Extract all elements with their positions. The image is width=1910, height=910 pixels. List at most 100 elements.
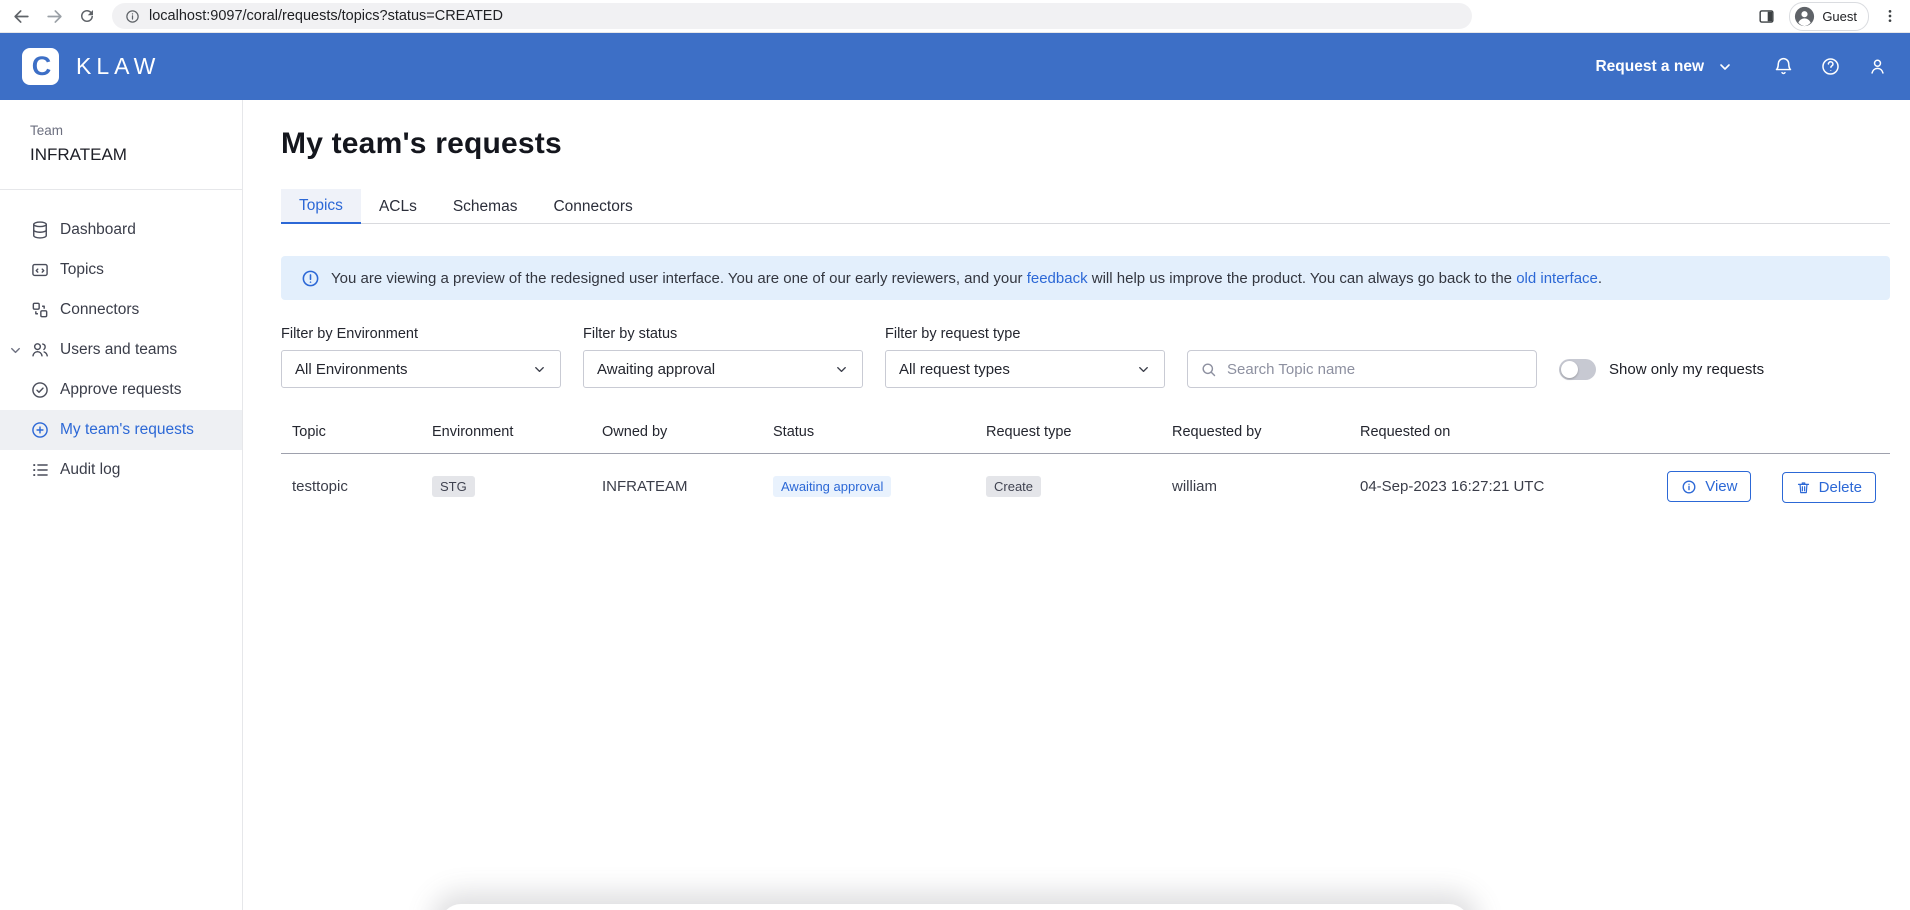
sidebar-item-dashboard[interactable]: Dashboard: [0, 210, 242, 250]
my-requests-toggle-group: Show only my requests: [1559, 350, 1764, 388]
col-topic: Topic: [281, 412, 421, 454]
browser-menu-button[interactable]: [1882, 8, 1898, 24]
brand[interactable]: C KLAW: [22, 48, 160, 85]
chevron-down-icon: [834, 362, 849, 377]
main-content: My team's requests Topics ACLs Schemas C…: [243, 100, 1910, 910]
database-icon: [30, 220, 51, 240]
chevron-down-icon: [1136, 362, 1151, 377]
view-button-label: View: [1705, 478, 1737, 495]
connector-icon: [30, 300, 51, 320]
filter-environment: Filter by Environment All Environments: [281, 326, 561, 388]
sidebar-item-connectors[interactable]: Connectors: [0, 290, 242, 330]
forward-button[interactable]: [45, 7, 64, 26]
request-type-select[interactable]: All request types: [885, 350, 1165, 388]
delete-button[interactable]: Delete: [1782, 472, 1876, 503]
url-text: localhost:9097/coral/requests/topics?sta…: [149, 8, 503, 24]
environment-badge: STG: [432, 476, 475, 497]
status-badge: Awaiting approval: [773, 476, 891, 497]
table-row: testtopic STG INFRATEAM Awaiting approva…: [281, 454, 1890, 520]
tab-topics[interactable]: Topics: [281, 189, 361, 224]
topic-box-icon: [30, 260, 51, 280]
status-select[interactable]: Awaiting approval: [583, 350, 863, 388]
people-icon: [30, 340, 51, 360]
search-input[interactable]: [1227, 361, 1524, 378]
search-icon: [1200, 361, 1217, 378]
menu-dots-icon: [1882, 8, 1898, 24]
header-actions: Request a new: [1595, 56, 1888, 77]
banner-text-1: You are viewing a preview of the redesig…: [331, 270, 1027, 287]
sidebar-item-label: Approve requests: [60, 381, 182, 399]
avatar-icon: [1793, 5, 1816, 28]
sidebar-item-my-teams-requests[interactable]: My team's requests: [0, 410, 242, 450]
tabs: Topics ACLs Schemas Connectors: [281, 189, 1890, 224]
environment-select[interactable]: All Environments: [281, 350, 561, 388]
profile-label: Guest: [1822, 9, 1857, 24]
browser-profile-chip[interactable]: Guest: [1789, 2, 1869, 31]
show-only-my-requests-toggle[interactable]: [1559, 359, 1596, 380]
browser-chrome: localhost:9097/coral/requests/topics?sta…: [0, 0, 1910, 33]
filter-request-type: Filter by request type All request types: [885, 326, 1165, 388]
tab-schemas[interactable]: Schemas: [435, 189, 536, 224]
chevron-down-icon: [532, 362, 547, 377]
preview-banner: You are viewing a preview of the redesig…: [281, 256, 1890, 300]
banner-text-3: .: [1598, 270, 1602, 287]
chevron-down-icon[interactable]: [8, 343, 24, 358]
sidebar-item-topics[interactable]: Topics: [0, 250, 242, 290]
feedback-link[interactable]: feedback: [1027, 270, 1088, 287]
dock-shadow: [440, 904, 1470, 910]
check-circle-icon: [30, 380, 51, 400]
view-button[interactable]: View: [1667, 471, 1751, 502]
sidebar-item-users-and-teams[interactable]: Users and teams: [0, 330, 242, 370]
sidebar-item-approve-requests[interactable]: Approve requests: [0, 370, 242, 410]
filter-request-type-label: Filter by request type: [885, 326, 1165, 342]
help-button[interactable]: [1820, 56, 1841, 77]
bell-icon: [1773, 56, 1794, 77]
cell-owned-by: INFRATEAM: [591, 454, 762, 520]
back-button[interactable]: [12, 7, 31, 26]
sidebar-item-label: Connectors: [60, 301, 139, 319]
tab-acls[interactable]: ACLs: [361, 189, 435, 224]
tab-connectors[interactable]: Connectors: [535, 189, 650, 224]
filter-status: Filter by status Awaiting approval: [583, 326, 863, 388]
reload-icon: [78, 7, 96, 25]
trash-icon: [1796, 480, 1811, 495]
requests-table: Topic Environment Owned by Status Reques…: [281, 412, 1890, 520]
page-title: My team's requests: [281, 127, 1890, 161]
notifications-button[interactable]: [1773, 56, 1794, 77]
brand-name: KLAW: [76, 53, 160, 80]
list-icon: [30, 460, 51, 480]
col-environment: Environment: [421, 412, 591, 454]
status-select-value: Awaiting approval: [597, 361, 715, 378]
sidebar-menu: Dashboard Topics Connectors: [0, 210, 242, 490]
delete-button-label: Delete: [1819, 479, 1862, 496]
app-header: C KLAW Request a new: [0, 33, 1910, 100]
banner-text: You are viewing a preview of the redesig…: [331, 270, 1602, 287]
sidebar-item-label: Topics: [60, 261, 104, 279]
side-panel-button[interactable]: [1757, 7, 1776, 26]
request-type-select-value: All request types: [899, 361, 1010, 378]
cell-topic: testtopic: [281, 454, 421, 520]
reload-button[interactable]: [78, 7, 96, 25]
help-icon: [1820, 56, 1841, 77]
request-a-new-button[interactable]: Request a new: [1595, 58, 1733, 76]
old-interface-link[interactable]: old interface: [1516, 270, 1598, 287]
profile-button[interactable]: [1867, 56, 1888, 77]
sidebar-item-audit-log[interactable]: Audit log: [0, 450, 242, 490]
team-label: Team: [30, 123, 242, 138]
sidebar-item-label: Dashboard: [60, 221, 136, 239]
info-circle-icon: [1681, 479, 1697, 495]
sidebar: Team INFRATEAM Dashboard Topics: [0, 100, 243, 910]
team-block: Team INFRATEAM: [0, 123, 242, 165]
plus-circle-icon: [30, 420, 51, 440]
col-requested-by: Requested by: [1161, 412, 1349, 454]
topic-search: [1187, 350, 1537, 388]
col-actions: [1599, 412, 1890, 454]
browser-controls: Guest: [1757, 2, 1898, 31]
chevron-down-icon: [1717, 59, 1733, 75]
user-icon: [1867, 56, 1888, 77]
side-panel-icon: [1757, 7, 1776, 26]
sidebar-item-label: Users and teams: [60, 341, 177, 359]
banner-text-2: will help us improve the product. You ca…: [1088, 270, 1517, 287]
url-bar[interactable]: localhost:9097/coral/requests/topics?sta…: [112, 3, 1472, 29]
sidebar-item-label: My team's requests: [60, 421, 194, 439]
